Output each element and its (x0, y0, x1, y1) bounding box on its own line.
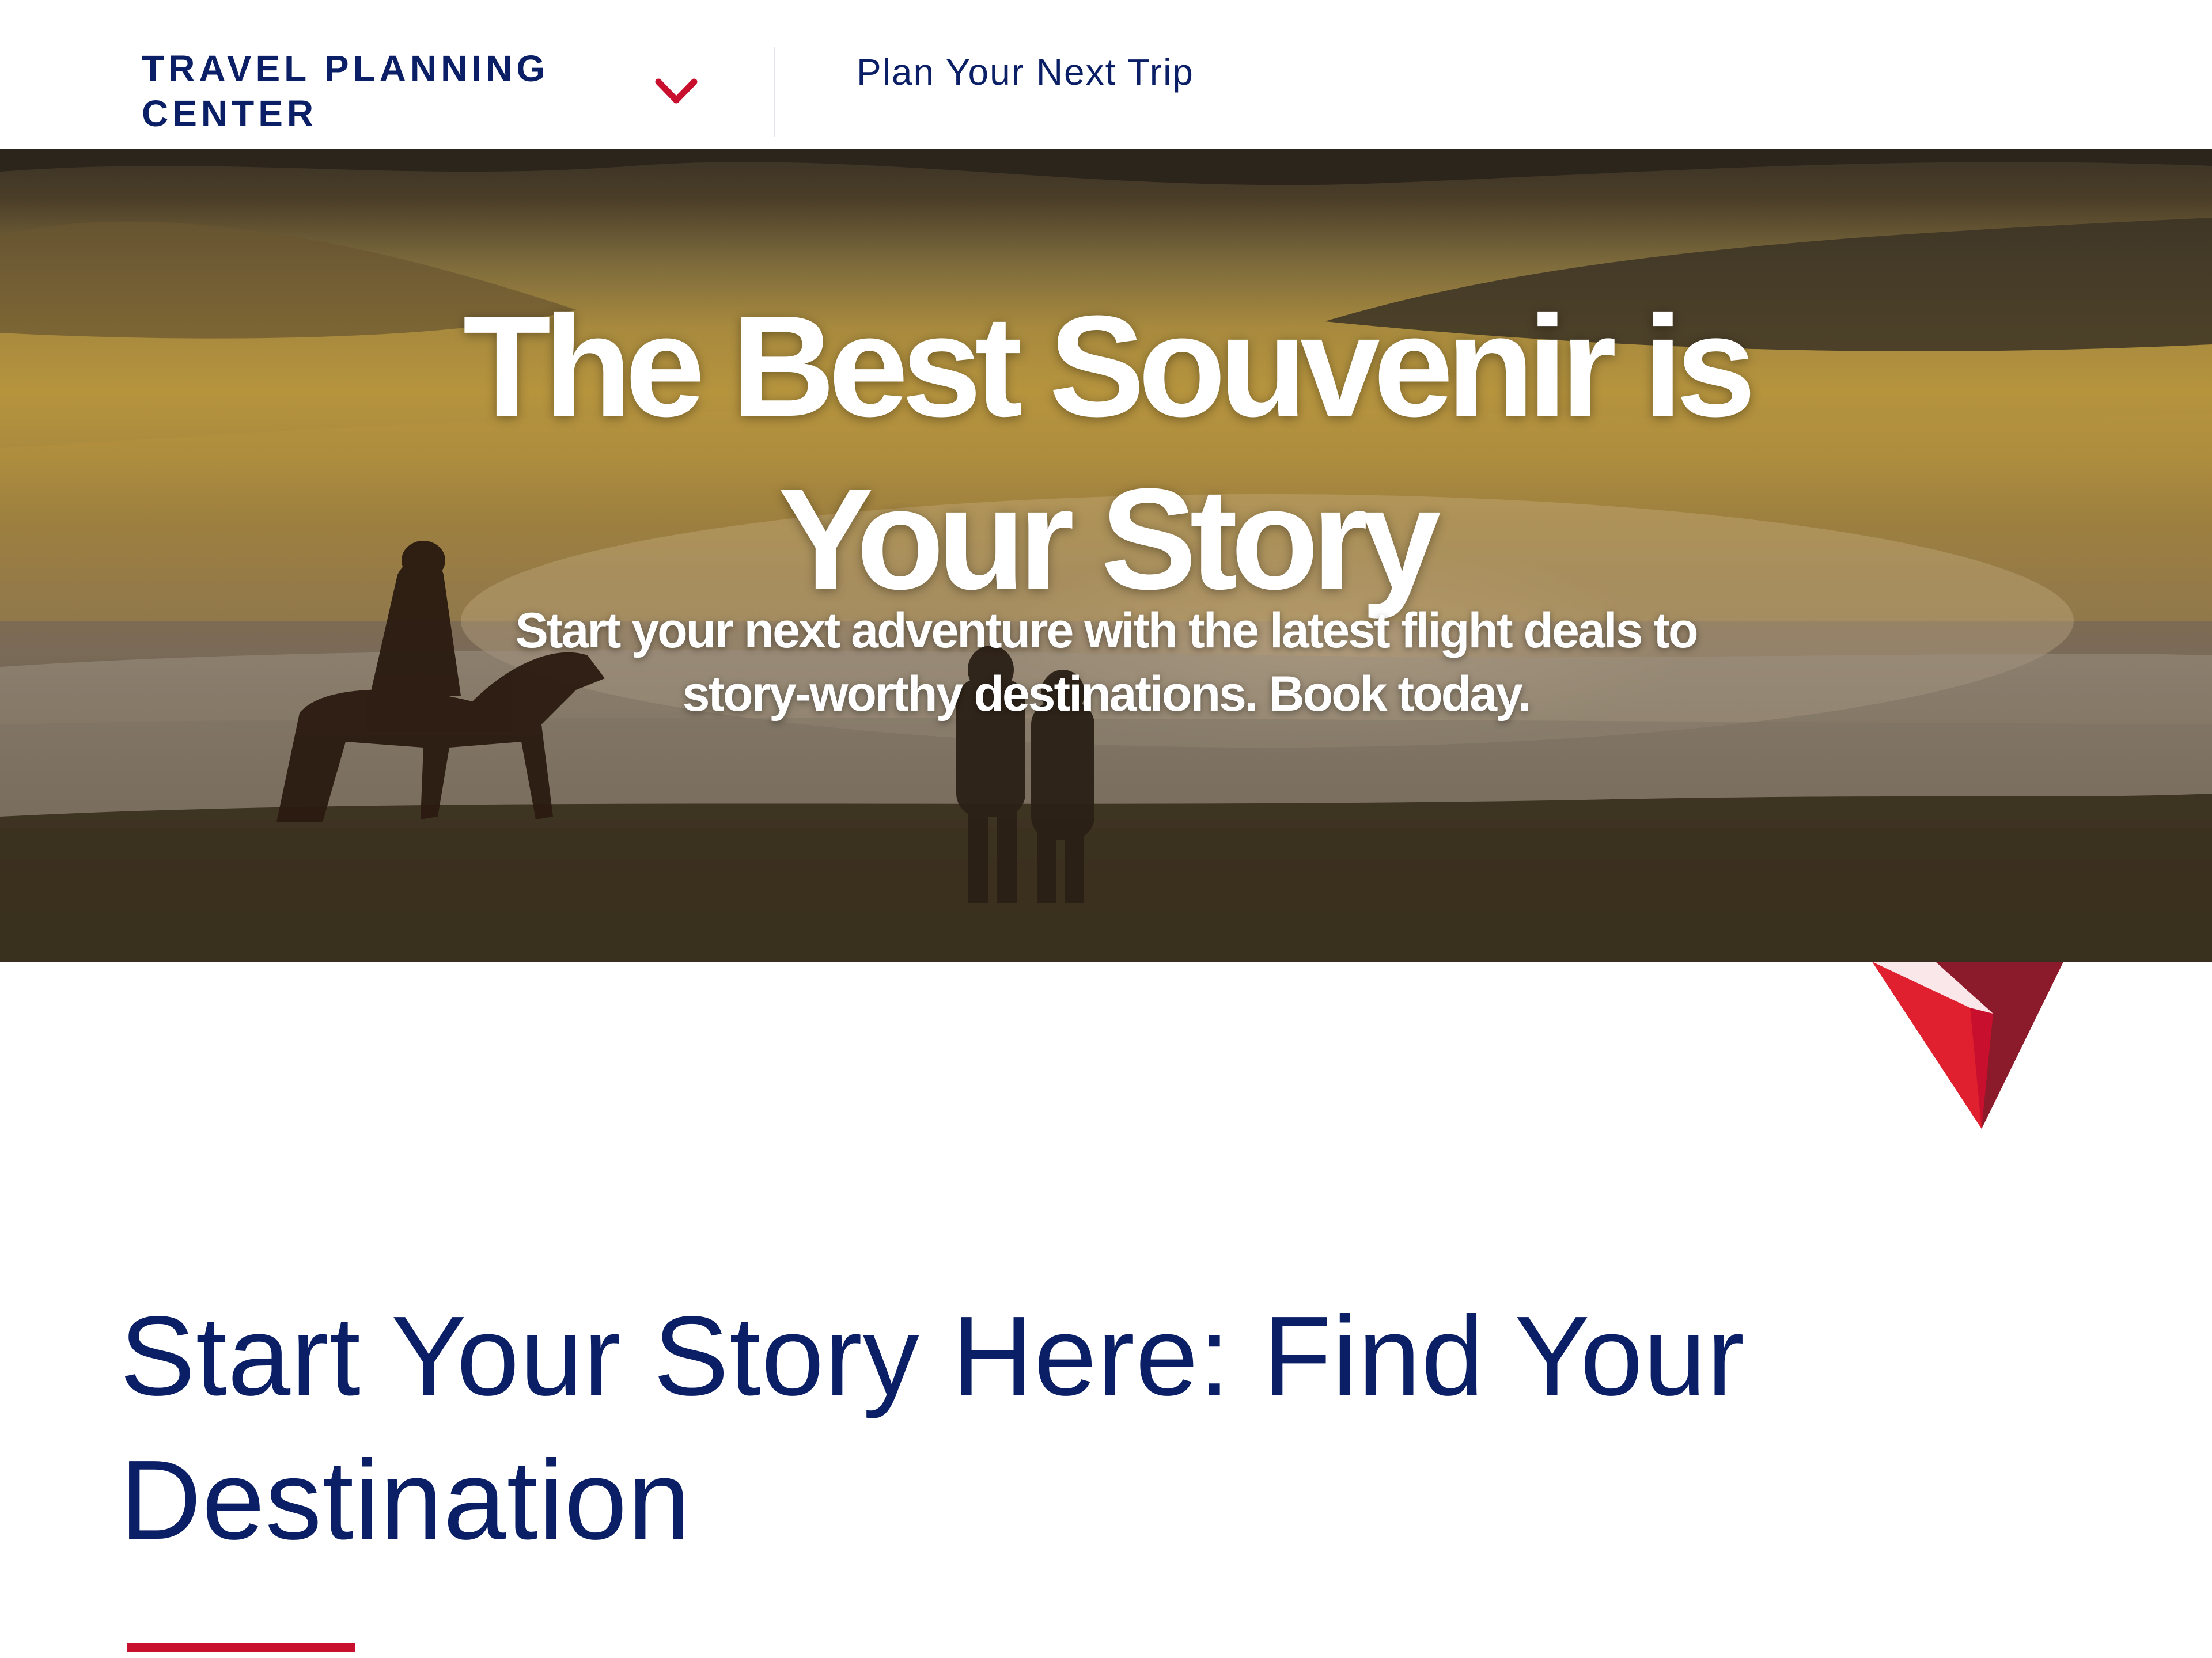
section-heading: Start Your Story Here: Find Your Destina… (120, 1293, 1745, 1563)
chevron-down-icon[interactable] (654, 76, 699, 106)
hero-subtitle: Start your next adventure with the lates… (515, 603, 1698, 722)
top-navigation: TRAVEL PLANNING CENTER Plan Your Next Tr… (0, 0, 2212, 149)
nav-divider (774, 47, 775, 137)
delta-logo (1872, 962, 2063, 1129)
travel-planning-center-label[interactable]: TRAVEL PLANNING CENTER (142, 46, 579, 136)
heading-accent-bar (127, 1643, 355, 1652)
hero-title: The Best Souvenir is Your Story (463, 285, 1756, 619)
hero-banner: The Best Souvenir is Your Story Start yo… (0, 149, 2212, 962)
plan-your-next-trip-link[interactable]: Plan Your Next Trip (857, 50, 1194, 94)
